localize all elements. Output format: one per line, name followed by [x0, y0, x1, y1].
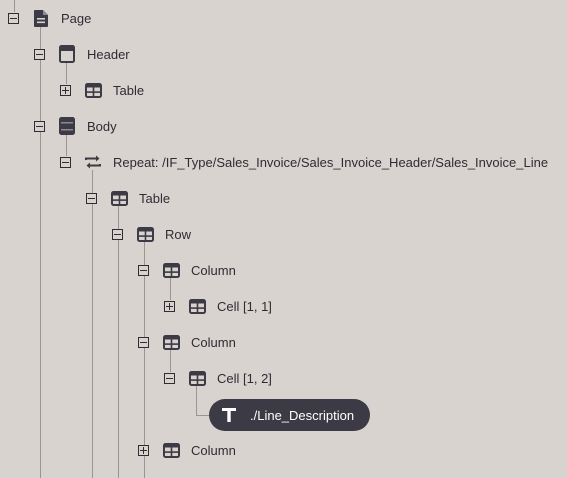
collapse-toggle[interactable]	[138, 264, 149, 276]
table-icon	[188, 297, 206, 315]
tree-line	[92, 170, 93, 478]
tree-node-label: Table	[139, 190, 171, 206]
collapse-toggle[interactable]	[86, 192, 97, 204]
expand-toggle[interactable]	[138, 444, 149, 456]
tree-node-label: Header	[87, 46, 130, 62]
expand-toggle[interactable]	[164, 300, 175, 312]
tree-node-body[interactable]: Body	[34, 116, 117, 136]
repeat-icon	[84, 153, 102, 171]
tree-node-label: Cell [1, 1]	[217, 298, 272, 314]
report-structure-tree: Page Header Table Body Repeat: /IF_Type/…	[0, 0, 567, 478]
tree-node-repeat[interactable]: Repeat: /IF_Type/Sales_Invoice/Sales_Inv…	[60, 152, 548, 172]
tree-line	[118, 206, 119, 478]
tree-node-cell-1-2[interactable]: Cell [1, 2]	[164, 368, 272, 388]
table-icon	[162, 333, 180, 351]
expand-toggle[interactable]	[60, 84, 71, 96]
table-icon	[162, 441, 180, 459]
tree-node-cell-1-1[interactable]: Cell [1, 1]	[164, 296, 272, 316]
tree-node-label: Cell [1, 2]	[217, 370, 272, 386]
tree-node-label: Page	[61, 10, 92, 26]
table-icon	[188, 369, 206, 387]
tree-node-label: Body	[87, 118, 117, 134]
tree-node-header[interactable]: Header	[34, 44, 130, 64]
tree-node-label: Column	[191, 262, 236, 278]
collapse-toggle[interactable]	[8, 12, 19, 24]
tree-node-label: ./Line_Description	[250, 407, 355, 423]
tree-line	[196, 415, 210, 416]
collapse-toggle[interactable]	[138, 336, 149, 348]
tree-node-header-table[interactable]: Table	[60, 80, 144, 100]
table-icon	[136, 225, 154, 243]
tree-node-column[interactable]: Column	[138, 332, 236, 352]
tree-node-page[interactable]: Page	[8, 8, 91, 28]
tree-node-body-table[interactable]: Table	[86, 188, 170, 208]
tree-node-label: Row	[165, 226, 192, 242]
table-icon	[162, 261, 180, 279]
table-icon	[84, 81, 102, 99]
table-icon	[110, 189, 128, 207]
collapse-toggle[interactable]	[60, 156, 71, 168]
tree-node-column[interactable]: Column	[138, 440, 236, 460]
tree-line	[196, 386, 197, 415]
tree-node-row[interactable]: Row	[112, 224, 191, 244]
header-layout-icon	[58, 45, 76, 63]
collapse-toggle[interactable]	[34, 48, 45, 60]
document-icon	[32, 9, 50, 27]
collapse-toggle[interactable]	[34, 120, 45, 132]
collapse-toggle[interactable]	[164, 372, 175, 384]
tree-node-label: Column	[191, 442, 236, 458]
body-layout-icon	[58, 117, 76, 135]
tree-node-column[interactable]: Column	[138, 260, 236, 280]
tree-node-label: Column	[191, 334, 236, 350]
tree-node-label: Table	[113, 82, 145, 98]
tree-line	[40, 26, 41, 478]
tree-node-label: Repeat: /IF_Type/Sales_Invoice/Sales_Inv…	[113, 154, 549, 170]
collapse-toggle[interactable]	[112, 228, 123, 240]
text-icon	[220, 406, 238, 424]
tree-node-line-description-selected[interactable]: ./Line_Description	[209, 399, 370, 431]
